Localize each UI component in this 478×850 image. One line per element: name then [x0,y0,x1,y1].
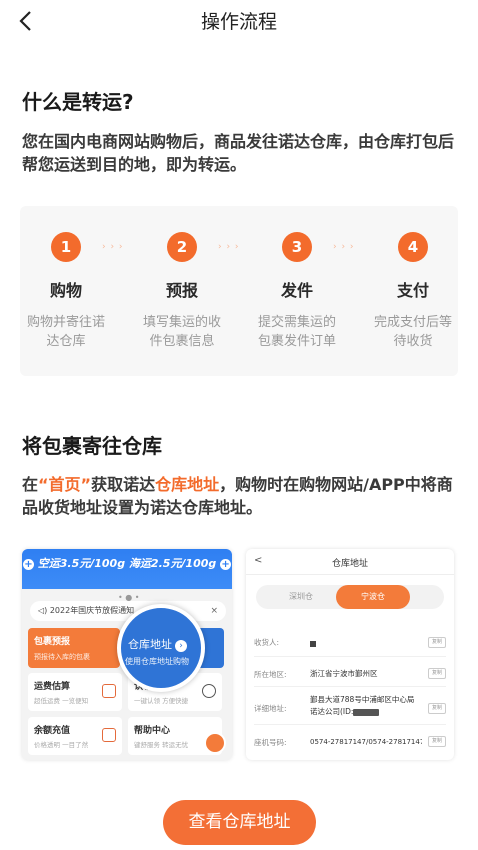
address-value-1: 鄞县大道788号中浦邮区中心局 [310,695,415,704]
magnifier-title: 仓库地址 [128,638,172,651]
wallet-icon [102,728,116,742]
redacted-id [353,708,380,716]
step-number-badge: 1 [51,232,81,262]
phone-value: 0574-27817147/0574-27817147 [310,738,422,746]
shot-header: < 仓库地址 [246,549,454,575]
step-description: 完成支付后等待收货 [373,315,452,349]
step-forecast: 2 预报 填写集运的收件包裹信息 [132,232,232,351]
step-name: 发件 [280,281,313,300]
address-value-2: 诺达公司(ID: [310,707,354,716]
tab-ningbo: 宁波仓 [336,585,410,609]
fee-title: 运费估算 [34,682,71,692]
step-description: 提交需集运的包裹发件订单 [257,315,336,349]
section-title-send-to-warehouse: 将包裹寄往仓库 [22,434,162,458]
step-name: 预报 [165,281,198,300]
step-arrow-icon: › › › [218,242,240,252]
shot-title: 仓库地址 [331,559,368,569]
air-price: 空运3.5元/100g [37,557,126,570]
phone-row: 座机号码: 0574-27817147/0574-27817147 复制 [254,729,446,755]
forecast-sub: 预报待入库的包裹 [34,653,90,661]
sea-price: 海运2.5元/100g [128,557,217,570]
phone-label: 座机号码: [254,738,287,747]
step-arrow-icon: › › › [333,242,355,252]
warehouse-instructions: 在“首页”获取诺达仓库地址，购物时在购物网站/APP中将商品收货地址设置为诺达仓… [22,473,462,519]
plus-icon: + [220,558,232,570]
copy-button: 复制 [428,637,446,648]
receiver-label: 收货人: [254,638,280,647]
recharge-card: 余额充值 价格透明 一目了然 [28,717,122,755]
warehouse-address-magnifier: 仓库地址 › 使用仓库地址购物 [117,604,205,692]
address-row: 详细地址: 鄞县大道788号中浦邮区中心局 诺达公司(ID: 复制 [254,691,446,725]
step-description: 购物并寄往诺达仓库 [26,315,105,349]
warehouse-address-screenshot: < 仓库地址 深圳仓 宁波仓 收货人: 复制 所在地区: 浙江省宁波市鄞州区 复… [246,549,454,760]
step-number-badge: 4 [398,232,428,262]
customer-service-avatar [204,732,226,754]
address-label: 详细地址: [254,704,287,713]
prohibit-icon [202,684,216,698]
calculator-icon [102,684,116,698]
forecast-card: 包裹预报 预报待入库的包裹 [28,628,120,668]
instr-mid: 获取诺达 [91,475,156,494]
forecast-title: 包裹预报 [34,637,71,647]
help-title: 帮助中心 [134,726,171,736]
step-name: 支付 [396,281,429,300]
price-banner: + 空运3.5元/100g 海运2.5元/100g + [22,549,232,589]
tab-shenzhen: 深圳仓 [289,592,313,601]
chevron-right-icon: › [175,640,187,652]
view-warehouse-address-button[interactable]: 查看仓库地址 [163,800,316,845]
process-steps-card: 1 购物 购物并寄往诺达仓库 › › › 2 预报 填写集运的收件包裹信息 › … [20,206,458,376]
highlight-warehouse-address: 仓库地址 [155,475,220,494]
step-arrow-icon: › › › [102,242,124,252]
fee-sub: 超低运费 一览便知 [34,697,89,705]
section-title-what-is-transshipment: 什么是转运? [22,90,134,114]
claim-sub: 一键认领 方便快捷 [134,697,189,705]
top-nav-bar: 操作流程 [0,0,478,40]
region-value: 浙江省宁波市鄞州区 [310,669,378,678]
help-sub: 键舒服务 转运无忧 [134,741,189,749]
instr-prefix: 在 [22,475,39,494]
page-title: 操作流程 [200,11,277,33]
warehouse-tabs: 深圳仓 宁波仓 [256,585,444,609]
recharge-sub: 价格透明 一目了然 [34,741,89,749]
step-description: 填写集运的收件包裹信息 [142,315,221,349]
step-number-badge: 3 [282,232,312,262]
speaker-icon: ◁) [38,606,48,615]
copy-button: 复制 [428,736,446,747]
plus-icon: + [22,558,34,570]
step-name: 购物 [49,281,82,300]
copy-button: 复制 [428,703,446,714]
fee-estimate-card: 运费估算 超低运费 一览便知 [28,673,122,711]
step-shopping: 1 购物 购物并寄往诺达仓库 [16,232,116,351]
receiver-row: 收货人: 复制 [254,631,446,657]
home-screenshot: + 空运3.5元/100g 海运2.5元/100g + • ● • ◁) 202… [22,549,232,760]
magnifier-sub: 使用仓库地址购物 [125,657,189,666]
step-number-badge: 2 [167,232,197,262]
step-pay: 4 支付 完成支付后等待收货 [363,232,463,351]
step-ship: 3 发件 提交需集运的包裹发件订单 [247,232,347,351]
transshipment-description: 您在国内电商网站购物后，商品发往诺达仓库，由仓库打包后帮您运送到目的地，即为转运… [22,132,455,174]
notice-text: 2022年国庆节放假通知 [49,606,135,615]
close-icon: × [210,606,218,616]
highlight-home: “首页” [38,475,92,494]
recharge-title: 余额充值 [34,726,71,736]
region-label: 所在地区: [254,670,287,679]
redacted-name [310,641,316,647]
region-row: 所在地区: 浙江省宁波市鄞州区 复制 [254,661,446,687]
copy-button: 复制 [428,668,446,679]
